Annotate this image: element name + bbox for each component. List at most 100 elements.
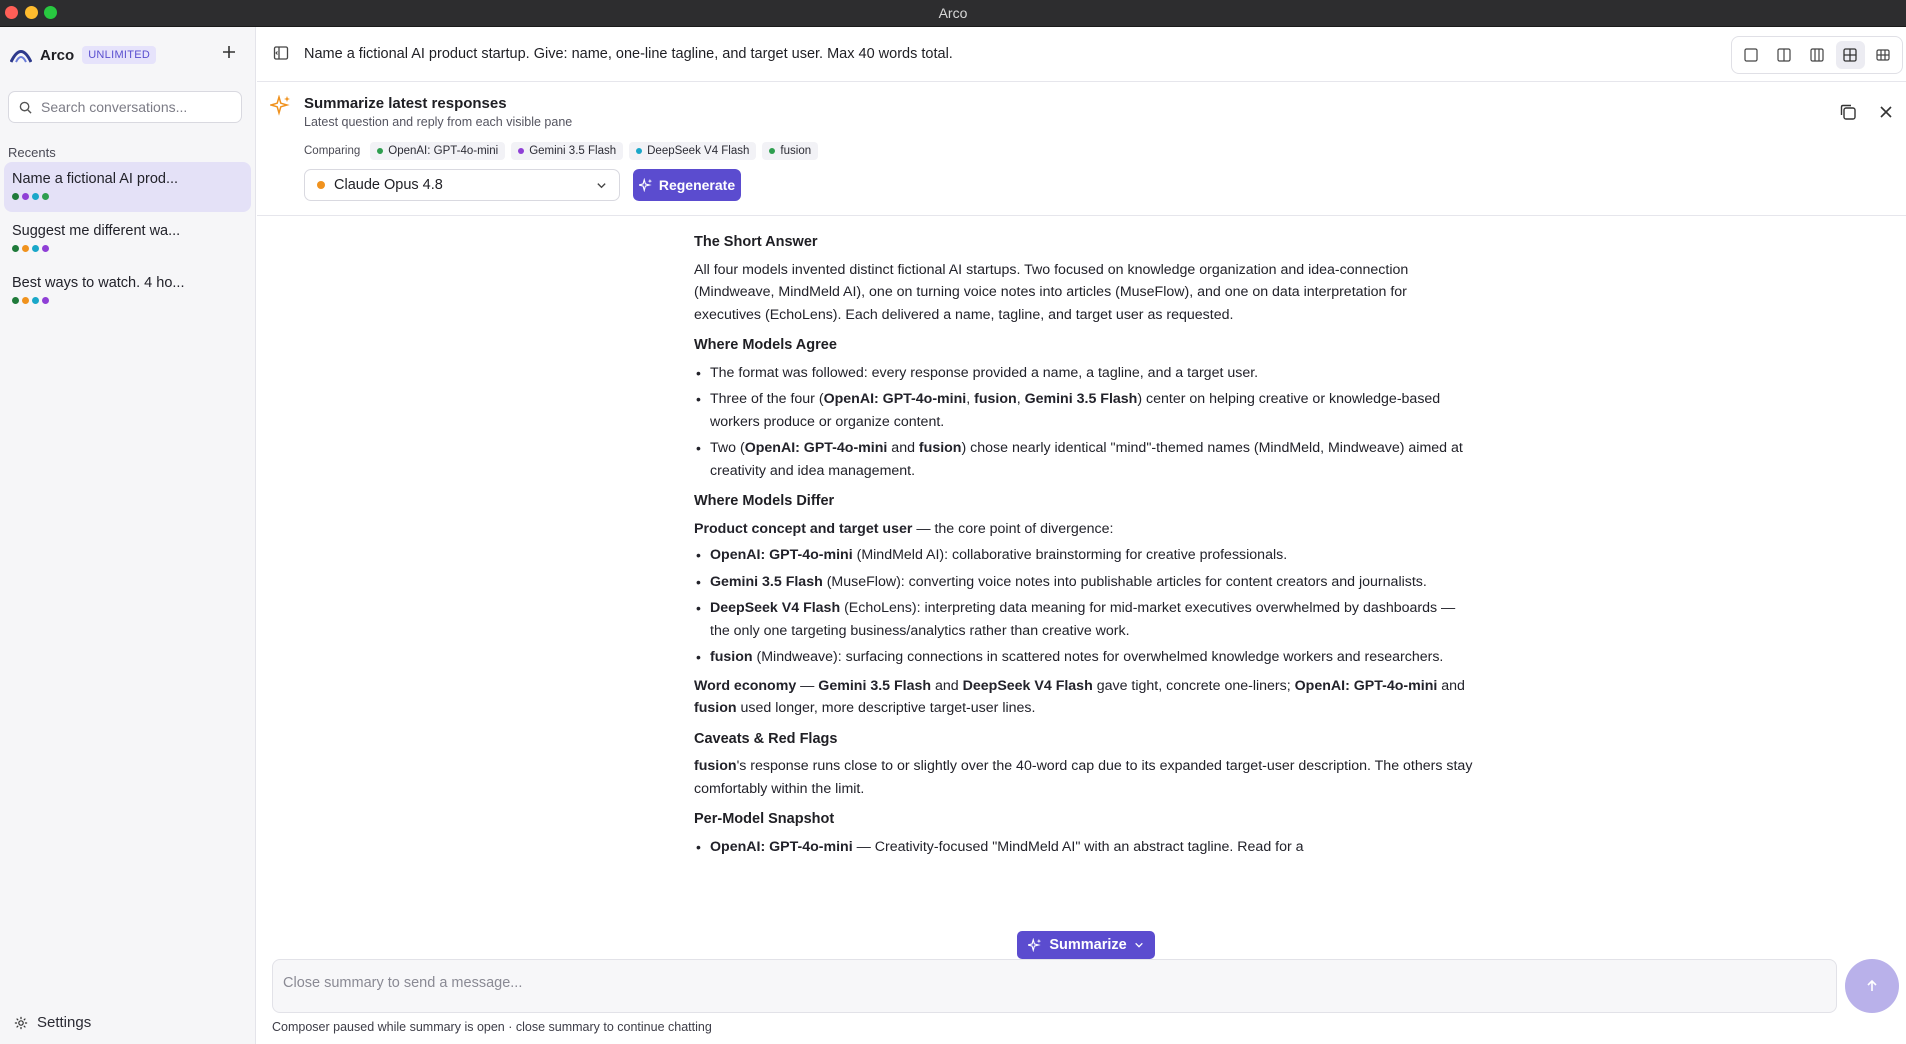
plan-badge: UNLIMITED	[82, 46, 157, 64]
model-chip-label: Gemini 3.5 Flash	[529, 145, 617, 157]
summary-subtitle: Latest question and reply from each visi…	[304, 115, 573, 129]
text-run: ,	[966, 391, 975, 407]
model-chip: OpenAI: GPT-4o-mini	[370, 142, 506, 160]
conversation-question: Name a fictional AI product startup. Giv…	[304, 46, 953, 62]
model-dot	[636, 148, 643, 154]
gear-icon	[14, 1016, 28, 1029]
model-dot	[32, 297, 39, 304]
model-chip: DeepSeek V4 Flash	[629, 142, 757, 160]
model-name: fusion	[918, 440, 962, 456]
window-titlebar: Arco	[0, 0, 1906, 27]
new-chat-button[interactable]	[218, 41, 240, 63]
model-dot	[12, 245, 19, 252]
regenerate-button[interactable]: Regenerate	[633, 169, 741, 201]
model-chip-label: DeepSeek V4 Flash	[647, 145, 750, 157]
model-dot	[12, 193, 19, 200]
model-name: OpenAI: GPT-4o-mini	[710, 547, 853, 563]
sidebar: Arco UNLIMITED Recents Name a fictional …	[0, 27, 256, 1044]
model-dot	[22, 297, 29, 304]
model-name: Gemini 3.5 Flash	[1024, 391, 1138, 407]
search-box[interactable]	[8, 91, 242, 123]
summarize-button[interactable]: Summarize	[1017, 931, 1155, 959]
conversation-item[interactable]: Name a fictional AI prod...	[4, 162, 251, 212]
sidebar-toggle-icon[interactable]	[273, 45, 289, 61]
text-run: —	[796, 677, 819, 694]
model-dot	[42, 297, 49, 304]
comparing-row: Comparing OpenAI: GPT-4o-mini Gemini 3.5…	[304, 141, 819, 161]
text-run: and	[887, 440, 919, 456]
differ-list: OpenAI: GPT-4o-mini (MindMeld AI): colla…	[694, 544, 1474, 669]
layout-grid-four-button[interactable]	[1835, 41, 1865, 69]
conversation-item[interactable]: Suggest me different wa...	[4, 214, 251, 264]
layout-two-column-icon	[1777, 48, 1791, 62]
model-name: DeepSeek V4 Flash	[962, 677, 1093, 694]
model-dot	[769, 148, 776, 154]
text-run: and	[1437, 677, 1465, 694]
layout-single-button[interactable]	[1736, 41, 1765, 69]
model-name: fusion	[694, 758, 737, 774]
list-item: Three of the four (OpenAI: GPT-4o-mini, …	[694, 388, 1474, 433]
list-item: DeepSeek V4 Flash (EchoLens): interpreti…	[694, 597, 1474, 642]
sparkle-icon	[270, 95, 290, 116]
send-button[interactable]	[1845, 959, 1899, 1013]
summary-article: The Short Answer All four models invente…	[694, 231, 1474, 864]
layout-three-column-button[interactable]	[1802, 41, 1831, 69]
text-run: (Mindweave): surfacing connections in sc…	[752, 649, 1444, 665]
caveats-text: fusion's response runs close to or sligh…	[694, 755, 1474, 800]
model-dot	[32, 193, 39, 200]
agree-list: The format was followed: every response …	[694, 362, 1474, 483]
search-input[interactable]	[41, 99, 231, 115]
chevron-down-icon	[1134, 942, 1143, 948]
model-name: DeepSeek V4 Flash	[710, 600, 841, 616]
model-dots	[12, 297, 243, 304]
text-run: and	[931, 677, 963, 694]
differ-lead: Product concept and target user — the co…	[694, 518, 1474, 541]
regenerate-label: Regenerate	[658, 177, 736, 193]
composer-note: Composer paused while summary is open · …	[272, 1020, 712, 1034]
emphasis: Word economy	[694, 677, 797, 694]
model-dot	[22, 245, 29, 252]
summary-model-select[interactable]: Claude Opus 4.8	[304, 169, 620, 201]
model-chip: Gemini 3.5 Flash	[511, 142, 624, 160]
list-item: Two (OpenAI: GPT-4o-mini and fusion) cho…	[694, 437, 1474, 482]
conversation-title: Best ways to watch. 4 ho...	[12, 275, 185, 291]
emphasis: Product concept and target user	[694, 520, 913, 537]
model-chip-label: OpenAI: GPT-4o-mini	[388, 145, 499, 157]
model-name: OpenAI: GPT-4o-mini	[823, 391, 967, 407]
model-chip-label: fusion	[780, 145, 812, 157]
message-input[interactable]	[283, 975, 1826, 991]
window-title: Arco	[938, 5, 968, 21]
model-dot	[42, 245, 49, 252]
chevron-down-icon	[597, 182, 606, 188]
list-item: OpenAI: GPT-4o-mini — Creativity-focused…	[694, 836, 1474, 859]
section-heading-differ: Where Models Differ	[694, 493, 835, 509]
layout-two-column-button[interactable]	[1769, 41, 1798, 69]
section-heading-caveats: Caveats & Red Flags	[694, 730, 838, 747]
agree-item-text: The format was followed: every response …	[710, 364, 1259, 381]
model-dots	[12, 193, 243, 200]
brand: Arco UNLIMITED	[10, 45, 157, 65]
list-item: The format was followed: every response …	[694, 362, 1474, 385]
layout-grid-six-button[interactable]	[1869, 41, 1898, 69]
layout-three-column-icon	[1810, 48, 1824, 62]
snapshot-list: OpenAI: GPT-4o-mini — Creativity-focused…	[694, 836, 1474, 859]
settings-button[interactable]: Settings	[14, 1014, 91, 1031]
recents-heading: Recents	[8, 145, 56, 160]
layout-single-icon	[1743, 48, 1758, 62]
model-dot	[32, 245, 39, 252]
text-run: (MuseFlow): converting voice notes into …	[822, 573, 1427, 590]
composer-box[interactable]	[272, 959, 1837, 1013]
conversation-item[interactable]: Best ways to watch. 4 ho...	[4, 266, 251, 316]
model-dot	[12, 297, 19, 304]
copy-icon[interactable]	[1838, 102, 1858, 122]
layout-switcher	[1731, 36, 1903, 74]
section-heading-agree: Where Models Agree	[694, 337, 837, 353]
close-icon[interactable]	[1876, 102, 1896, 122]
section-heading-short-answer: The Short Answer	[694, 234, 818, 250]
model-dot	[377, 148, 384, 154]
model-dot	[317, 181, 325, 189]
text-run: Two (	[710, 440, 745, 456]
model-dot	[22, 193, 29, 200]
brand-name: Arco	[40, 46, 75, 64]
layout-grid-four-icon	[1843, 48, 1857, 62]
